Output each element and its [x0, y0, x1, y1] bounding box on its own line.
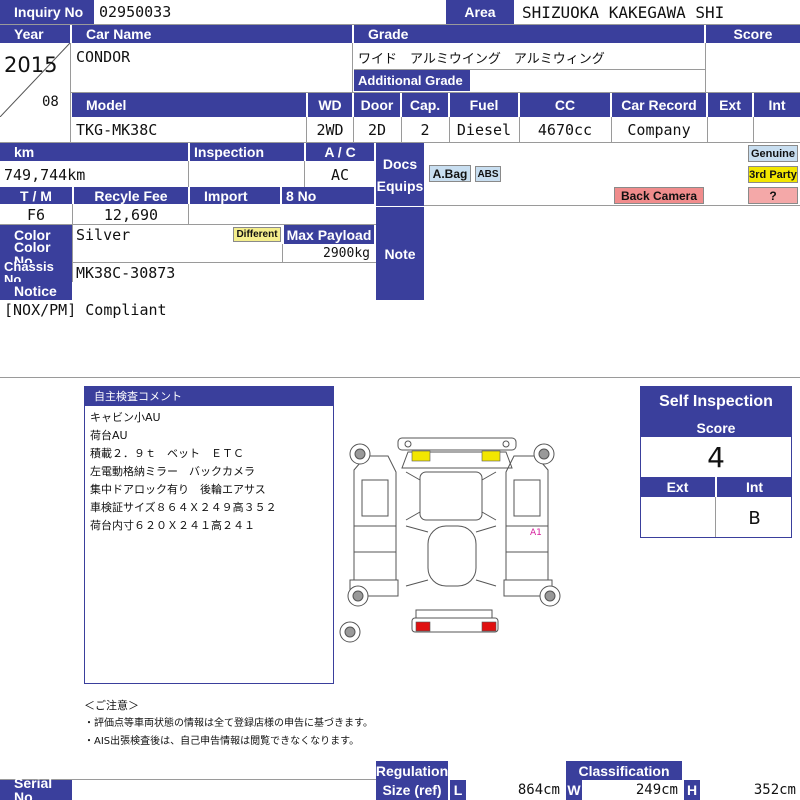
tm-value: F6 [26, 206, 46, 224]
car-record-value: Company [627, 121, 691, 139]
fuel-label: Fuel [450, 93, 518, 117]
comment-line: 荷台内寸６２０Ｘ２４１高２４１ [90, 519, 255, 532]
ac-label: A / C [306, 143, 374, 161]
unknown-badge: ? [748, 187, 798, 204]
area-value: SHIZUOKA KAKEGAWA SHI [522, 2, 725, 22]
note-label: Note [376, 207, 424, 300]
docs-equips-label: Docs Equips [376, 143, 424, 206]
caution-line: ・評価点等車両状態の情報は全て登録店様の申告に基づきます。 [84, 718, 373, 729]
size-label: Size (ref) [376, 780, 448, 800]
year-value: 2015 [4, 53, 58, 77]
ext-label: Ext [708, 93, 752, 117]
h-value: 352cm [753, 782, 796, 798]
w-label: W [566, 780, 582, 800]
comment-title: 自主検査コメント [84, 386, 334, 406]
door-value: 2D [367, 121, 387, 139]
max-payload-value: 2900kg [323, 246, 370, 261]
third-party-badge: 3rd Party [748, 166, 798, 183]
notice-label: Notice [0, 282, 72, 300]
equip-airbag: A.Bag [429, 165, 471, 182]
import-label: Import [190, 187, 280, 204]
car-record-label: Car Record [612, 93, 706, 117]
caution-title: ＜ご注意＞ [84, 699, 139, 712]
km-value: 749,744km [4, 166, 86, 184]
model-label: Model [72, 93, 306, 117]
color-value: Silver [76, 226, 131, 244]
car-name-label: Car Name [72, 24, 352, 43]
l-value: 864cm [517, 782, 560, 798]
damage-mark: A1 [530, 528, 542, 538]
w-value: 249cm [635, 782, 678, 798]
self-ext-value [640, 498, 715, 538]
comment-line: 車検証サイズ８６４Ｘ２４９高３５２ [90, 501, 277, 514]
cc-value: 4670cc [537, 121, 593, 139]
comment-lines: キャビン小AU 荷台AU 積載２．９ｔ ベット ＥＴＣ 左電動格納ミラー バック… [90, 409, 330, 535]
h-label: H [684, 780, 700, 800]
classification-label: Classification [566, 761, 682, 780]
grade-value: ワイド アルミウイング アルミウィング [358, 51, 605, 67]
car-name-value: CONDOR [76, 48, 131, 66]
model-value: TKG-MK38C [76, 121, 158, 139]
inquiry-value: 02950033 [99, 3, 172, 21]
equips-label: Equips [376, 177, 424, 194]
inquiry-label: Inquiry No [0, 0, 94, 24]
fuel-value: Diesel [456, 121, 512, 139]
additional-grade-label: Additional Grade [354, 70, 470, 91]
km-label: km [0, 143, 188, 161]
score-label: Score [706, 24, 800, 43]
recycle-fee-value: 12,690 [103, 206, 159, 224]
month-value: 08 [42, 94, 59, 110]
year-label: Year [0, 24, 70, 43]
self-int-label: Int [717, 477, 792, 497]
comment-line: 積載２．９ｔ ベット ＥＴＣ [90, 447, 244, 460]
grade-label: Grade [354, 24, 704, 43]
ac-value: AC [330, 166, 350, 184]
l-label: L [450, 780, 466, 800]
different-badge: Different [233, 227, 281, 242]
equip-abs: ABS [475, 166, 501, 182]
inspection-label: Inspection [190, 143, 304, 161]
serial-label: Serial No [0, 776, 72, 800]
self-ext-label: Ext [640, 477, 715, 497]
self-int-value: B [748, 507, 761, 529]
docs-label: Docs [382, 155, 418, 172]
genuine-badge: Genuine [748, 145, 798, 162]
back-camera-badge: Back Camera [614, 187, 704, 204]
8no-label: 8 No [282, 187, 374, 204]
int-label: Int [754, 93, 800, 117]
wd-value: 2WD [316, 121, 344, 139]
tm-label: T / M [0, 187, 72, 204]
caution-block: ＜ご注意＞ ・評価点等車両状態の情報は全て登録店様の申告に基づきます。 ・AIS… [84, 697, 484, 751]
cap-value: 2 [420, 121, 430, 139]
self-score-value: 4 [707, 440, 725, 474]
regulation-label: Regulation [375, 761, 449, 780]
recycle-fee-label: Recyle Fee [74, 187, 188, 204]
area-label: Area [446, 0, 514, 24]
max-payload-label: Max Payload [284, 225, 374, 244]
wd-label: WD [308, 93, 352, 117]
cc-label: CC [520, 93, 610, 117]
notice-value: [NOX/PM] Compliant [4, 301, 167, 319]
chassis-value: MK38C-30873 [76, 263, 176, 282]
self-inspection-title: Self Inspection [640, 386, 792, 418]
cap-label: Cap. [402, 93, 448, 117]
self-score-label: Score [640, 418, 792, 437]
door-label: Door [354, 93, 400, 117]
comment-line: 集中ドアロック有り 後輪エアサス [90, 483, 266, 496]
chassis-label: Chassis No [0, 260, 72, 286]
comment-line: キャビン小AU [90, 411, 161, 424]
caution-line: ・AIS出張検査後は、自己申告情報は閲覧できなくなります。 [84, 736, 360, 747]
comment-line: 荷台AU [90, 429, 128, 442]
comment-line: 左電動格納ミラー バックカメラ [90, 465, 255, 478]
